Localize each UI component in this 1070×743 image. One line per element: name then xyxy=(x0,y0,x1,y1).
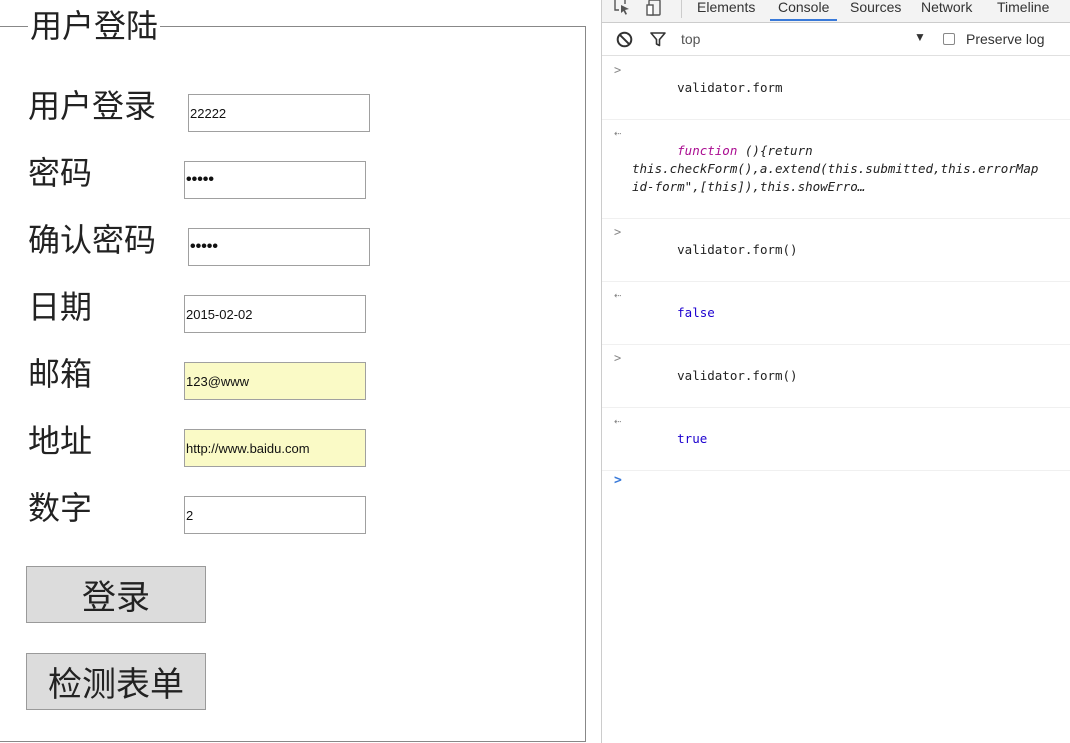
number-input[interactable]: 2 xyxy=(184,496,366,534)
context-selector[interactable]: top xyxy=(681,31,700,47)
password-label: 密码 xyxy=(28,154,93,192)
number-label: 数字 xyxy=(28,489,93,527)
input-chevron-icon: > xyxy=(614,225,622,239)
address-input[interactable]: http://www.baidu.com xyxy=(184,429,366,467)
tab-timeline[interactable]: Timeline xyxy=(997,0,1049,17)
devtools-panel: Elements Console Sources Network Timelin… xyxy=(601,0,1070,743)
console-input-line: > validator.form xyxy=(602,57,1070,120)
console-bool-true: true xyxy=(677,431,708,446)
username-label: 用户登录 xyxy=(28,87,157,125)
email-label: 邮箱 xyxy=(28,355,93,393)
output-chevron-icon: ⇠ xyxy=(614,414,622,428)
console-toolbar: top ▼ Preserve log xyxy=(602,23,1070,56)
console-input-text: validator.form() xyxy=(677,368,798,383)
tabbar-separator xyxy=(681,0,682,18)
tab-sources[interactable]: Sources xyxy=(850,0,901,17)
username-input[interactable]: 22222 xyxy=(188,94,370,132)
console-function-keyword: function xyxy=(677,143,738,158)
console-output-line1: (){return xyxy=(737,143,813,158)
input-chevron-icon: > xyxy=(614,63,622,77)
output-chevron-icon: ⇠ xyxy=(614,126,622,140)
prompt-chevron-icon: > xyxy=(614,473,622,488)
console-output-line: ⇠ false xyxy=(602,282,1070,345)
console-input-text: validator.form xyxy=(677,80,783,95)
console-input-text: validator.form() xyxy=(677,242,798,257)
console-output-line3: id-form",[this]),this.showErro… xyxy=(632,179,866,194)
tab-elements[interactable]: Elements xyxy=(697,0,755,17)
input-chevron-icon: > xyxy=(614,351,622,365)
console-prompt[interactable]: > xyxy=(602,471,1070,493)
filter-icon[interactable] xyxy=(650,32,666,47)
console-output-line: ⇠ true xyxy=(602,408,1070,471)
output-chevron-icon: ⇠ xyxy=(614,288,622,302)
address-label: 地址 xyxy=(28,422,93,460)
console-output-line[interactable]: ⇠ function (){return this.checkForm(),a.e… xyxy=(602,120,1070,219)
console-output-line2: this.checkForm(),a.extend(this.submitted… xyxy=(632,161,1039,176)
date-input[interactable]: 2015-02-02 xyxy=(184,295,366,333)
email-input[interactable]: 123@www xyxy=(184,362,366,400)
confirm-password-label: 确认密码 xyxy=(28,221,157,259)
preserve-log-label: Preserve log xyxy=(966,31,1045,47)
console-input-line: > validator.form() xyxy=(602,345,1070,408)
check-form-button[interactable]: 检测表单 xyxy=(26,653,206,710)
confirm-password-input[interactable]: ••••• xyxy=(188,228,370,266)
password-input[interactable]: ••••• xyxy=(184,161,366,199)
console-input-line: > validator.form() xyxy=(602,219,1070,282)
console-output: > validator.form ⇠ function (){return this… xyxy=(602,57,1070,493)
context-dropdown-icon[interactable]: ▼ xyxy=(914,30,926,44)
date-label: 日期 xyxy=(28,288,93,326)
fieldset-legend: 用户登陆 xyxy=(28,4,161,48)
web-page: 用户登陆 用户登录 22222 密码 ••••• 确认密码 ••••• 日期 2… xyxy=(0,0,600,743)
clear-console-icon[interactable] xyxy=(616,31,633,48)
inspect-element-icon[interactable] xyxy=(614,0,630,16)
tab-network[interactable]: Network xyxy=(921,0,972,17)
fieldset-border-left-segment xyxy=(0,26,28,27)
tab-console[interactable]: Console xyxy=(770,0,838,21)
devtools-tabbar: Elements Console Sources Network Timelin… xyxy=(602,0,1070,23)
preserve-log-checkbox[interactable] xyxy=(943,33,955,45)
login-button[interactable]: 登录 xyxy=(26,566,206,623)
console-bool-false: false xyxy=(677,305,715,320)
device-mode-icon[interactable] xyxy=(646,0,662,16)
